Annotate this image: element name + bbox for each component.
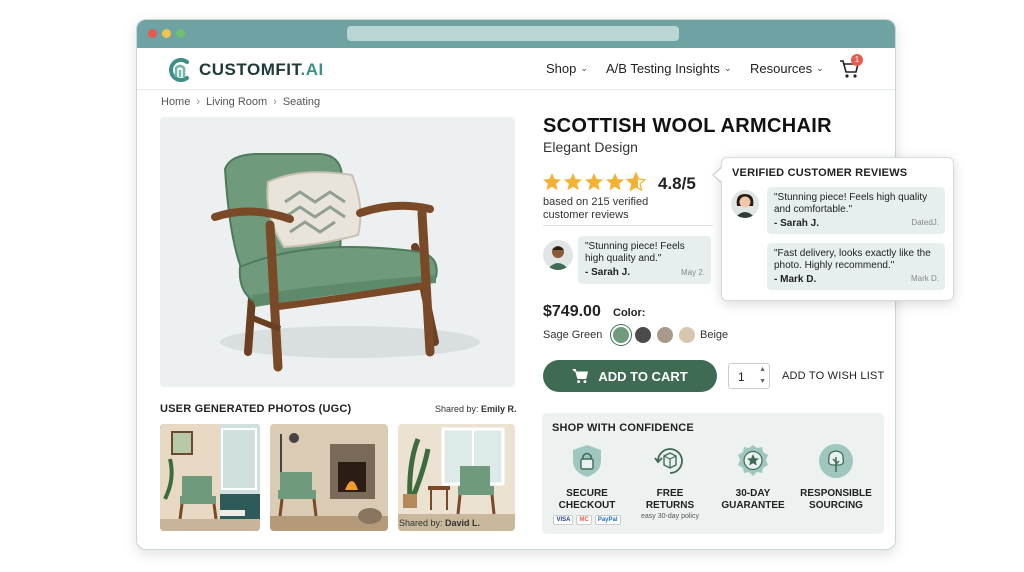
breadcrumb-home[interactable]: Home — [161, 96, 190, 108]
chevron-down-icon: ⌄ — [816, 63, 824, 73]
quantity-value: 1 — [738, 370, 745, 384]
chevron-down-icon: ⌄ — [723, 63, 732, 73]
selected-color-name: Sage Green — [543, 329, 603, 341]
add-to-cart-button[interactable]: ADD TO CART — [543, 360, 717, 392]
woman-avatar-icon — [735, 194, 755, 218]
man-avatar-icon — [547, 246, 569, 270]
breadcrumb-living-room[interactable]: Living Room — [206, 96, 267, 108]
half-star-icon — [626, 172, 646, 192]
returns-note: easy 30-day policy — [641, 513, 699, 520]
minimize-window-button[interactable] — [162, 29, 171, 38]
ugc-photo-1[interactable] — [160, 424, 260, 531]
color-swatch-sage-green[interactable] — [613, 327, 629, 343]
breadcrumb: Home › Living Room › Seating — [161, 96, 320, 108]
review-text: "Stunning piece! Feels high quality and … — [774, 192, 928, 215]
decrement-icon[interactable]: ▼ — [759, 378, 766, 385]
rating-stars — [542, 172, 646, 192]
payment-methods: VISA MC PayPal — [547, 515, 627, 525]
increment-icon[interactable]: ▲ — [759, 366, 766, 373]
nav-resources[interactable]: Resources ⌄ — [750, 61, 824, 76]
ugc-title: USER GENERATED PHOTOS (UGC) — [160, 403, 352, 415]
review-date: Mark D. — [911, 274, 939, 283]
breadcrumb-seating[interactable]: Seating — [283, 96, 320, 108]
star-icon — [606, 173, 624, 191]
popover-title: VERIFIED CUSTOMER REVIEWS — [732, 167, 908, 179]
quantity-stepper[interactable]: 1 ▲ ▼ — [728, 363, 770, 389]
product-price: $749.00 — [543, 303, 601, 320]
address-bar[interactable] — [347, 26, 679, 41]
ugc-photo-3[interactable] — [398, 424, 515, 531]
verified-reviews-popover: VERIFIED CUSTOMER REVIEWS "Stunning piec… — [721, 157, 954, 301]
color-swatch-beige[interactable] — [679, 327, 695, 343]
color-swatch-charcoal[interactable] — [635, 327, 651, 343]
star-icon — [585, 173, 603, 191]
chevron-down-icon: ⌄ — [580, 63, 588, 73]
star-badge-icon — [738, 445, 768, 476]
review-date: DatedJ. — [911, 218, 939, 227]
product-title: SCOTTISH WOOL ARMCHAIR — [543, 115, 832, 137]
popover-review-2: "Fast delivery, looks exactly like the p… — [767, 243, 945, 290]
site-header: CUSTOMFIT.AI Shop ⌄ A/B Testing Insights ⌄… — [137, 48, 895, 90]
brand-name: CUSTOMFIT.AI — [199, 60, 324, 79]
product-subtitle: Elegant Design — [543, 139, 638, 155]
rating-note: based on 215 verified customer reviews — [543, 196, 649, 221]
free-returns-item: FREE RETURNS easy 30-day policy — [630, 443, 710, 520]
responsible-sourcing-item: RESPONSIBLE SOURCING — [796, 443, 876, 512]
mastercard-icon: MC — [576, 515, 592, 525]
chevron-right-icon: › — [196, 96, 201, 108]
add-to-wish-list-link[interactable]: ADD TO WISH LIST — [782, 370, 884, 382]
brand-logo[interactable]: CUSTOMFIT.AI — [167, 57, 324, 83]
cart-count-badge: 1 — [851, 54, 863, 66]
product-image[interactable] — [160, 117, 515, 387]
lock-shield-icon — [573, 445, 601, 477]
nav-ab-testing-insights[interactable]: A/B Testing Insights ⌄ — [606, 61, 731, 76]
ugc-shared-by: Shared by: Emily R. — [435, 404, 517, 414]
add-to-cart-label: ADD TO CART — [598, 368, 688, 384]
divider — [543, 225, 713, 226]
nav-shop[interactable]: Shop ⌄ — [546, 61, 588, 76]
reviewer-avatar — [731, 190, 759, 218]
armchair-illustration — [211, 153, 480, 372]
rating-score: 4.8/5 — [658, 174, 696, 193]
tree-icon — [819, 444, 853, 478]
browser-titlebar — [137, 20, 895, 48]
star-icon — [543, 173, 561, 191]
ugc-shared-by: Shared by: David L. — [399, 518, 481, 528]
beige-label: Beige — [700, 329, 729, 341]
guarantee-item: 30-DAY GUARANTEE — [713, 443, 793, 512]
popover-arrow-inner — [714, 167, 723, 183]
paypal-icon: PayPal — [594, 515, 621, 525]
color-label: Color: — [613, 307, 646, 319]
close-window-button[interactable] — [148, 29, 157, 38]
inline-review: "Stunning piece! Feels high quality and.… — [578, 236, 711, 284]
popover-review-1: "Stunning piece! Feels high quality and … — [767, 187, 945, 234]
review-text: "Fast delivery, looks exactly like the p… — [774, 248, 931, 271]
cart-icon — [572, 369, 589, 384]
chevron-right-icon: › — [273, 96, 277, 108]
secure-checkout-item: SECURE CHECKOUT VISA MC PayPal — [547, 443, 627, 525]
visa-icon: VISA — [553, 515, 574, 525]
confidence-title: SHOP WITH CONFIDENCE — [552, 422, 694, 434]
customfit-logo-icon — [169, 58, 189, 82]
color-swatch-taupe[interactable] — [657, 327, 673, 343]
maximize-window-button[interactable] — [176, 29, 185, 38]
review-date: May 2. — [680, 268, 705, 277]
star-icon — [564, 173, 582, 191]
ugc-photo-2[interactable] — [270, 424, 388, 531]
review-text: "Stunning piece! Feels high quality and.… — [585, 241, 685, 264]
shop-with-confidence-panel: SHOP WITH CONFIDENCE SECURE CHECKOUT VISA… — [542, 413, 884, 534]
reviewer-avatar — [543, 240, 573, 270]
return-box-icon — [654, 448, 683, 474]
